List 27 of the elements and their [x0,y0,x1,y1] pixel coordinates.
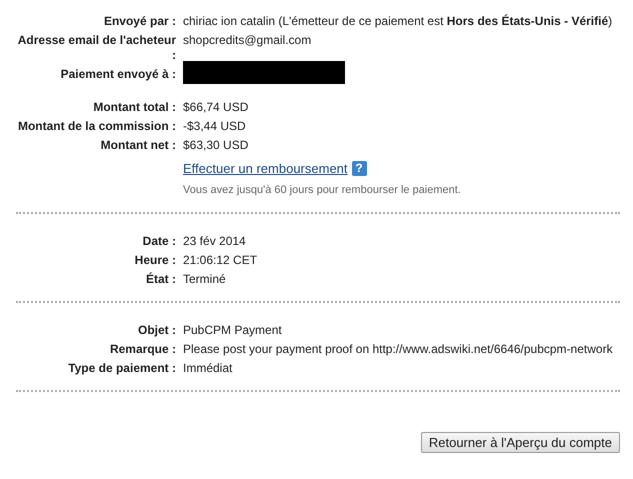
help-icon[interactable]: ? [352,161,367,176]
field-label: État : [145,272,176,287]
field-label: Montant total : [92,100,176,115]
refund-note: Vous avez jusqu'à 60 jours pour rembourser le paiement. [183,183,462,198]
field-value: chiriac ion catalin (L'émetteur de ce paiement est Hors des États-Unis - Vérifié) [183,14,614,29]
field-label: Montant de la commission : [16,119,176,134]
field-label: Type de paiement : [67,361,176,376]
field-value: Please post your payment proof on http://www.adswiki.net/6646/pubcpm-network [183,342,614,357]
field-value: $63,30 USD [183,138,250,153]
field-label: Montant net : [100,138,176,153]
field-label: Adresse email de l'acheteur : [16,33,176,63]
field-label: Remarque : [108,342,176,357]
back-button[interactable]: Retourner à l'Aperçu du compte [420,432,620,453]
field-label: Objet : [137,323,176,338]
field-value: Terminé [183,272,227,287]
field-label: Envoyé par : [102,14,176,29]
field-label: Date : [142,234,176,249]
field-value: -$3,44 USD [183,119,247,134]
field-label: Paiement envoyé à : [60,67,176,83]
field-value: $66,74 USD [183,100,250,115]
field-label: Heure : [134,253,176,268]
refund-link[interactable]: Effectuer un remboursement [183,161,348,176]
field-value: shopcredits@gmail.com [183,33,312,49]
field-value: PubCPM Payment [183,323,283,338]
field-value: 23 fév 2014 [183,234,247,249]
field-value: 21:06:12 CET [183,253,258,268]
field-value: Immédiat [183,361,234,376]
